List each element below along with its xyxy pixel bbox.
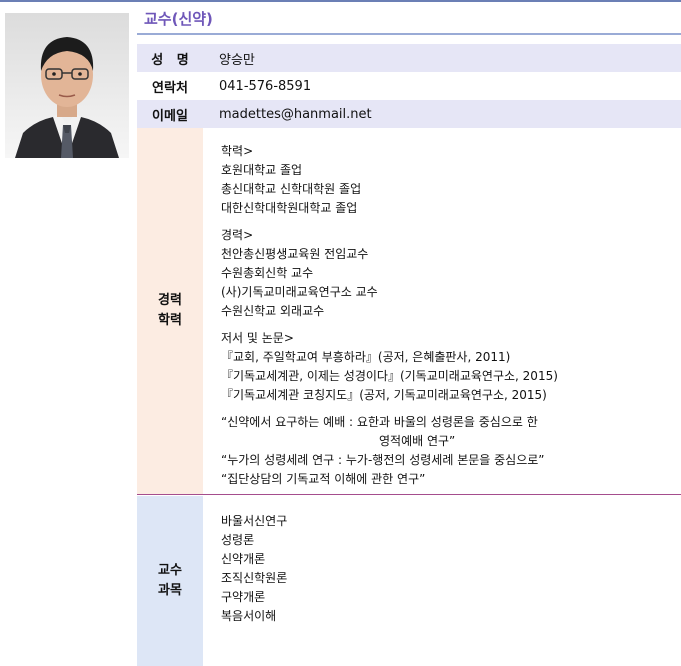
list-item: 수원총회신학 교수 <box>221 266 314 280</box>
experience-block: 경력> 천안총신평생교육원 전임교수 수원총회신학 교수 (사)기독교미래교육연… <box>221 226 681 321</box>
courses-label: 교수 과목 <box>137 496 203 666</box>
courses-label-line1: 교수 <box>158 563 182 578</box>
title-divider <box>137 33 681 35</box>
phone-label: 연락처 <box>152 80 188 96</box>
list-item: “집단상담의 기독교적 이해에 관한 연구” <box>221 472 426 486</box>
list-item: 총신대학교 신학대학원 졸업 <box>221 182 362 196</box>
list-item: 호원대학교 졸업 <box>221 163 303 177</box>
list-item: “신약에서 요구하는 예배 : 요한과 바울의 성령론을 중심으로 한 <box>221 415 538 429</box>
name-row: 성 명 양승만 <box>137 44 681 72</box>
list-item: 대한신학대학원대학교 졸업 <box>221 201 358 215</box>
education-heading: 학력> <box>221 144 254 158</box>
experience-heading: 경력> <box>221 228 254 242</box>
section-title: 교수(신약) <box>144 10 213 28</box>
career-label-line1: 경력 <box>158 293 182 308</box>
courses-body: 바울서신연구 성령론 신약개론 조직신학원론 구약개론 복음서이해 <box>203 496 681 666</box>
courses-section: 교수 과목 바울서신연구 성령론 신약개론 조직신학원론 구약개론 복음서이해 <box>137 496 681 666</box>
top-border <box>0 0 681 2</box>
career-label-line2: 학력 <box>158 313 182 328</box>
list-item: 복음서이해 <box>221 609 277 623</box>
courses-label-line2: 과목 <box>158 583 182 598</box>
email-row: 이메일 madettes@hanmail.net <box>137 100 681 128</box>
list-item: 조직신학원론 <box>221 571 288 585</box>
phone-value: 041-576-8591 <box>219 78 312 94</box>
list-item: 천안총신평생교육원 전임교수 <box>221 247 369 261</box>
career-section: 경력 학력 학력> 호원대학교 졸업 총신대학교 신학대학원 졸업 대한신학대학… <box>137 128 681 494</box>
list-item: 신약개론 <box>221 552 266 566</box>
papers-block: “신약에서 요구하는 예배 : 요한과 바울의 성령론을 중심으로 한 영적예배… <box>221 413 681 489</box>
email-value: madettes@hanmail.net <box>203 100 681 128</box>
list-item: “누가의 성령세례 연구 : 누가-행전의 성령세례 본문을 중심으로” <box>221 453 545 467</box>
list-item: 바울서신연구 <box>221 514 288 528</box>
list-item: (사)기독교미래교육연구소 교수 <box>221 285 378 299</box>
list-item: 구약개론 <box>221 590 266 604</box>
works-heading: 저서 및 논문> <box>221 331 294 345</box>
section-divider <box>137 494 681 495</box>
career-label: 경력 학력 <box>137 128 203 494</box>
email-label: 이메일 <box>137 100 203 128</box>
name-value: 양승만 <box>203 44 681 72</box>
list-item: 영적예배 연구” <box>379 434 456 448</box>
profile-photo <box>5 13 129 158</box>
education-block: 학력> 호원대학교 졸업 총신대학교 신학대학원 졸업 대한신학대학원대학교 졸… <box>221 142 681 218</box>
list-item: 수원신학교 외래교수 <box>221 304 325 318</box>
list-item: 『기독교세계관, 이제는 성경이다』(기독교미래교육연구소, 2015) <box>221 369 558 383</box>
career-body: 학력> 호원대학교 졸업 총신대학교 신학대학원 졸업 대한신학대학원대학교 졸… <box>203 128 681 494</box>
works-block: 저서 및 논문> 『교회, 주일학교여 부흥하라』(공저, 은혜출판사, 201… <box>221 329 681 405</box>
phone-row: 연락처 041-576-8591 <box>137 72 681 100</box>
name-label: 성 명 <box>137 44 203 72</box>
list-item: 『교회, 주일학교여 부흥하라』(공저, 은혜출판사, 2011) <box>221 350 511 364</box>
list-item: 성령론 <box>221 533 255 547</box>
list-item: 『기독교세계관 코칭지도』(공저, 기독교미래교육연구소, 2015) <box>221 388 547 402</box>
